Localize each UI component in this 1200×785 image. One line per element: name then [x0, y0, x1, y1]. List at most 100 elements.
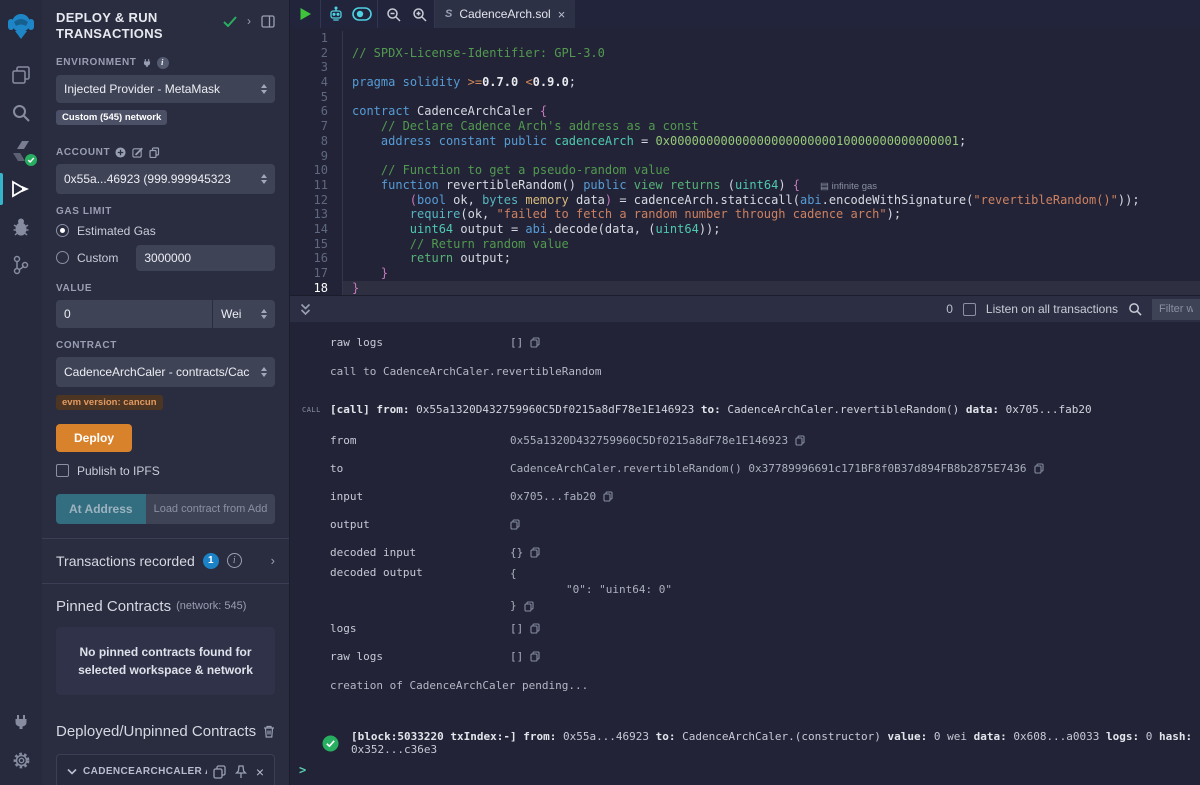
remix-logo-icon[interactable]: [6, 10, 36, 42]
gas-limit-label: GAS LIMIT: [56, 206, 112, 217]
at-address-button[interactable]: At Address: [56, 494, 146, 524]
terminal-call-row[interactable]: call[call] from: 0x55a1320D432759960C5Df…: [290, 403, 1200, 416]
ai-assistant-robot-icon[interactable]: [323, 0, 349, 28]
tab-cadencearch-sol[interactable]: S CadenceArch.sol ×: [435, 0, 575, 28]
code-line[interactable]: (bool ok, bytes memory data) = cadenceAr…: [342, 193, 1200, 208]
file-explorer-icon[interactable]: [0, 56, 42, 94]
custom-gas-input[interactable]: [136, 245, 275, 271]
terminal-row-value: CadenceArchCaler.revertibleRandom() 0x37…: [510, 462, 1044, 475]
terminal-prompt[interactable]: >: [290, 763, 1200, 785]
terminal-filter-input[interactable]: [1152, 299, 1200, 320]
code-line[interactable]: pragma solidity >=0.7.0 <0.9.0;: [342, 75, 1200, 90]
value-input[interactable]: [56, 300, 212, 328]
deploy-button[interactable]: Deploy: [56, 424, 132, 452]
contract-label: CONTRACT: [56, 340, 117, 351]
line-number: 11: [290, 178, 342, 193]
publish-ipfs-checkbox[interactable]: [56, 464, 69, 477]
git-icon[interactable]: [0, 246, 42, 284]
settings-gear-icon[interactable]: [0, 741, 42, 779]
collapse-terminal-icon[interactable]: [300, 303, 311, 316]
custom-gas-radio[interactable]: [56, 251, 69, 264]
copy-icon[interactable]: [524, 601, 534, 612]
code-line[interactable]: [342, 90, 1200, 105]
remove-contract-icon[interactable]: ×: [256, 764, 264, 780]
listen-all-checkbox[interactable]: [963, 303, 976, 316]
tab-title: CadenceArch.sol: [459, 7, 550, 21]
terminal-row-value: []: [510, 336, 540, 349]
copy-address-icon[interactable]: [213, 765, 226, 779]
solidity-compiler-icon[interactable]: [0, 132, 42, 170]
line-number-gutter: 123456789101112131415161718: [290, 31, 342, 295]
edit-account-icon[interactable]: [132, 147, 143, 158]
code-line[interactable]: [342, 31, 1200, 46]
code-line[interactable]: return output;: [342, 251, 1200, 266]
code-line[interactable]: // Declare Cadence Arch's address as a c…: [342, 119, 1200, 134]
code-line[interactable]: [342, 60, 1200, 75]
remix-ide: DEPLOY & RUN TRANSACTIONS › ENVIRONMENT …: [0, 0, 1200, 785]
code-line[interactable]: contract CadenceArchCaler {: [342, 104, 1200, 119]
zoom-out-icon[interactable]: [380, 0, 406, 28]
pin-contract-icon[interactable]: [235, 765, 247, 779]
line-number: 6: [290, 104, 342, 119]
terminal-kv-row: raw logs[]: [290, 328, 1200, 356]
value-unit-select[interactable]: Wei: [213, 300, 275, 328]
transactions-info-icon[interactable]: i: [227, 553, 242, 568]
code-line[interactable]: // Function to get a pseudo-random value: [342, 163, 1200, 178]
environment-select[interactable]: Injected Provider - MetaMask: [56, 75, 275, 103]
terminal-block-row[interactable]: [block:5033220 txIndex:-] from: 0x55a...…: [290, 730, 1200, 756]
terminal-output[interactable]: raw logs[]call to CadenceArchCaler.rever…: [290, 322, 1200, 785]
deploy-run-icon[interactable]: [0, 170, 42, 208]
collapse-chevron-icon[interactable]: [67, 768, 77, 775]
copy-icon[interactable]: [530, 651, 540, 662]
terminal-header: 0 Listen on all transactions: [290, 295, 1200, 322]
code-line[interactable]: address constant public cadenceArch = 0x…: [342, 134, 1200, 149]
line-number: 9: [290, 149, 342, 164]
terminal-row-label: raw logs: [330, 336, 510, 349]
code-editor[interactable]: 123456789101112131415161718 // SPDX-Lice…: [290, 28, 1200, 295]
contract-select[interactable]: CadenceArchCaler - contracts/Cac: [56, 357, 275, 387]
transactions-expand-chevron-icon[interactable]: ›: [271, 553, 275, 568]
code-line[interactable]: [342, 149, 1200, 164]
plugin-manager-icon[interactable]: [0, 703, 42, 741]
debugger-icon[interactable]: [0, 208, 42, 246]
at-address-input[interactable]: [146, 494, 275, 524]
line-number: 1: [290, 31, 342, 46]
layout-panel-icon[interactable]: [261, 15, 275, 28]
run-script-icon[interactable]: [292, 0, 318, 28]
success-check-icon: [322, 735, 339, 752]
terminal-row-label: logs: [330, 622, 510, 635]
ai-toggle-icon[interactable]: [349, 0, 375, 28]
terminal-row-value: 0x55a1320D432759960C5Df0215a8dF78e1E1469…: [510, 434, 805, 447]
transactions-recorded-label: Transactions recorded: [56, 553, 195, 569]
select-stepper-icon: [261, 84, 267, 94]
code-line[interactable]: }: [342, 266, 1200, 281]
terminal-row-value: {}: [510, 546, 540, 559]
copy-icon[interactable]: [530, 337, 540, 348]
copy-icon[interactable]: [510, 519, 520, 530]
copy-account-icon[interactable]: [149, 147, 160, 158]
add-account-icon[interactable]: [115, 147, 126, 158]
terminal-row-value: []: [510, 650, 540, 663]
copy-icon[interactable]: [1034, 463, 1044, 474]
tab-close-icon[interactable]: ×: [558, 7, 566, 22]
code-line[interactable]: function revertibleRandom() public view …: [342, 178, 1200, 193]
copy-icon[interactable]: [530, 623, 540, 634]
pin-panel-chevron-icon[interactable]: ›: [247, 14, 251, 28]
estimated-gas-radio[interactable]: [56, 224, 69, 237]
code-line[interactable]: require(ok, "failed to fetch a random nu…: [342, 207, 1200, 222]
copy-icon[interactable]: [603, 491, 613, 502]
code-line[interactable]: }: [342, 281, 1200, 295]
code-line[interactable]: uint64 output = abi.decode(data, (uint64…: [342, 222, 1200, 237]
zoom-in-icon[interactable]: [406, 0, 432, 28]
code-lines: // SPDX-License-Identifier: GPL-3.0 pragm…: [342, 31, 1200, 295]
plug-icon[interactable]: [142, 58, 152, 68]
code-line[interactable]: // Return random value: [342, 237, 1200, 252]
account-select[interactable]: 0x55a...46923 (999.999945323: [56, 164, 275, 194]
environment-info-icon[interactable]: i: [157, 57, 169, 69]
search-icon[interactable]: [0, 94, 42, 132]
copy-icon[interactable]: [795, 435, 805, 446]
terminal-search-icon[interactable]: [1128, 302, 1142, 316]
code-line[interactable]: // SPDX-License-Identifier: GPL-3.0: [342, 46, 1200, 61]
trash-icon[interactable]: [263, 725, 275, 738]
copy-icon[interactable]: [530, 547, 540, 558]
